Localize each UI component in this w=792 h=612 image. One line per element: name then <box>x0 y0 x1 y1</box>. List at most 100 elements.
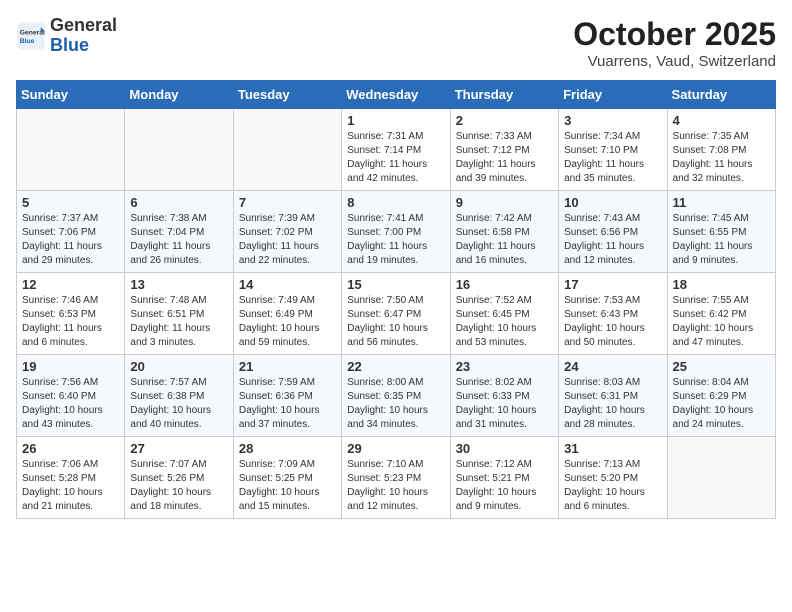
day-number: 31 <box>564 441 661 456</box>
day-info: Sunrise: 8:03 AM Sunset: 6:31 PM Dayligh… <box>564 376 661 432</box>
day-info: Sunrise: 7:46 AM Sunset: 6:53 PM Dayligh… <box>22 294 119 350</box>
calendar-table: SundayMondayTuesdayWednesdayThursdayFrid… <box>16 80 776 519</box>
logo-icon: General Blue <box>16 21 46 51</box>
day-number: 2 <box>456 113 553 128</box>
title-area: October 2025 Vuarrens, Vaud, Switzerland <box>573 16 776 70</box>
logo: General Blue General Blue <box>16 16 117 56</box>
day-info: Sunrise: 7:33 AM Sunset: 7:12 PM Dayligh… <box>456 130 553 186</box>
day-info: Sunrise: 7:55 AM Sunset: 6:42 PM Dayligh… <box>673 294 770 350</box>
weekday-header: Thursday <box>450 81 558 109</box>
day-info: Sunrise: 7:53 AM Sunset: 6:43 PM Dayligh… <box>564 294 661 350</box>
day-number: 3 <box>564 113 661 128</box>
calendar-cell: 16Sunrise: 7:52 AM Sunset: 6:45 PM Dayli… <box>450 273 558 355</box>
calendar-cell: 18 Sunrise: 7:55 AM Sunset: 6:42 PM Dayli… <box>667 273 775 355</box>
page-header: General Blue General Blue October 2025 V… <box>16 16 776 70</box>
day-info: Sunrise: 7:48 AM Sunset: 6:51 PM Dayligh… <box>130 294 227 350</box>
weekday-header: Saturday <box>667 81 775 109</box>
day-info: Sunrise: 7:12 AM Sunset: 5:21 PM Dayligh… <box>456 458 553 514</box>
location: Vuarrens, Vaud, Switzerland <box>573 53 776 70</box>
calendar-cell: 21 Sunrise: 7:59 AM Sunset: 6:36 PM Dayli… <box>233 355 341 437</box>
calendar-cell: 24 Sunrise: 8:03 AM Sunset: 6:31 PM Dayli… <box>559 355 667 437</box>
day-info: Sunrise: 8:04 AM Sunset: 6:29 PM Dayligh… <box>673 376 770 432</box>
month-title: October 2025 <box>573 16 776 53</box>
day-number: 26 <box>22 441 119 456</box>
calendar-cell: 31 Sunrise: 7:13 AM Sunset: 5:20 PM Dayli… <box>559 437 667 519</box>
day-number: 19 <box>22 359 119 374</box>
day-number: 29 <box>347 441 444 456</box>
day-number: 16 <box>456 277 553 292</box>
day-number: 1 <box>347 113 444 128</box>
day-info: Sunrise: 8:00 AM Sunset: 6:35 PM Dayligh… <box>347 376 444 432</box>
day-number: 17 <box>564 277 661 292</box>
calendar-cell: 12Sunrise: 7:46 AM Sunset: 6:53 PM Dayli… <box>17 273 125 355</box>
day-info: Sunrise: 8:02 AM Sunset: 6:33 PM Dayligh… <box>456 376 553 432</box>
svg-text:Blue: Blue <box>20 38 35 45</box>
calendar-cell: 26Sunrise: 7:06 AM Sunset: 5:28 PM Dayli… <box>17 437 125 519</box>
day-info: Sunrise: 7:07 AM Sunset: 5:26 PM Dayligh… <box>130 458 227 514</box>
day-info: Sunrise: 7:39 AM Sunset: 7:02 PM Dayligh… <box>239 212 336 268</box>
day-info: Sunrise: 7:50 AM Sunset: 6:47 PM Dayligh… <box>347 294 444 350</box>
calendar-cell: 13 Sunrise: 7:48 AM Sunset: 6:51 PM Dayli… <box>125 273 233 355</box>
day-number: 18 <box>673 277 770 292</box>
day-number: 4 <box>673 113 770 128</box>
day-number: 23 <box>456 359 553 374</box>
day-info: Sunrise: 7:13 AM Sunset: 5:20 PM Dayligh… <box>564 458 661 514</box>
calendar-cell: 6Sunrise: 7:38 AM Sunset: 7:04 PM Daylig… <box>125 191 233 273</box>
day-info: Sunrise: 7:57 AM Sunset: 6:38 PM Dayligh… <box>130 376 227 432</box>
calendar-cell: 7 Sunrise: 7:39 AM Sunset: 7:02 PM Daylig… <box>233 191 341 273</box>
calendar-cell: 28Sunrise: 7:09 AM Sunset: 5:25 PM Dayli… <box>233 437 341 519</box>
day-number: 15 <box>347 277 444 292</box>
calendar-body: 1 Sunrise: 7:31 AM Sunset: 7:14 PM Daylig… <box>17 109 776 519</box>
calendar-week-row: 12Sunrise: 7:46 AM Sunset: 6:53 PM Dayli… <box>17 273 776 355</box>
logo-general: General <box>50 15 117 35</box>
weekday-header: Wednesday <box>342 81 450 109</box>
calendar-cell <box>125 109 233 191</box>
calendar-cell <box>667 437 775 519</box>
calendar-cell <box>233 109 341 191</box>
calendar-cell: 8Sunrise: 7:41 AM Sunset: 7:00 PM Daylig… <box>342 191 450 273</box>
calendar-week-row: 26Sunrise: 7:06 AM Sunset: 5:28 PM Dayli… <box>17 437 776 519</box>
calendar-cell: 3 Sunrise: 7:34 AM Sunset: 7:10 PM Daylig… <box>559 109 667 191</box>
day-info: Sunrise: 7:35 AM Sunset: 7:08 PM Dayligh… <box>673 130 770 186</box>
day-number: 28 <box>239 441 336 456</box>
weekday-header: Sunday <box>17 81 125 109</box>
day-number: 10 <box>564 195 661 210</box>
calendar-cell <box>17 109 125 191</box>
day-info: Sunrise: 7:59 AM Sunset: 6:36 PM Dayligh… <box>239 376 336 432</box>
day-number: 13 <box>130 277 227 292</box>
calendar-cell: 10Sunrise: 7:43 AM Sunset: 6:56 PM Dayli… <box>559 191 667 273</box>
day-number: 9 <box>456 195 553 210</box>
calendar-cell: 29 Sunrise: 7:10 AM Sunset: 5:23 PM Dayli… <box>342 437 450 519</box>
calendar-cell: 22 Sunrise: 8:00 AM Sunset: 6:35 PM Dayli… <box>342 355 450 437</box>
calendar-week-row: 19Sunrise: 7:56 AM Sunset: 6:40 PM Dayli… <box>17 355 776 437</box>
day-number: 25 <box>673 359 770 374</box>
day-number: 24 <box>564 359 661 374</box>
calendar-cell: 25 Sunrise: 8:04 AM Sunset: 6:29 PM Dayli… <box>667 355 775 437</box>
logo-blue: Blue <box>50 35 89 55</box>
calendar-cell: 27 Sunrise: 7:07 AM Sunset: 5:26 PM Dayli… <box>125 437 233 519</box>
day-info: Sunrise: 7:41 AM Sunset: 7:00 PM Dayligh… <box>347 212 444 268</box>
calendar-cell: 2 Sunrise: 7:33 AM Sunset: 7:12 PM Daylig… <box>450 109 558 191</box>
day-number: 14 <box>239 277 336 292</box>
day-number: 7 <box>239 195 336 210</box>
calendar-header: SundayMondayTuesdayWednesdayThursdayFrid… <box>17 81 776 109</box>
day-info: Sunrise: 7:34 AM Sunset: 7:10 PM Dayligh… <box>564 130 661 186</box>
weekday-header: Tuesday <box>233 81 341 109</box>
calendar-week-row: 5Sunrise: 7:37 AM Sunset: 7:06 PM Daylig… <box>17 191 776 273</box>
calendar-cell: 20Sunrise: 7:57 AM Sunset: 6:38 PM Dayli… <box>125 355 233 437</box>
day-number: 22 <box>347 359 444 374</box>
day-info: Sunrise: 7:31 AM Sunset: 7:14 PM Dayligh… <box>347 130 444 186</box>
day-number: 21 <box>239 359 336 374</box>
day-info: Sunrise: 7:45 AM Sunset: 6:55 PM Dayligh… <box>673 212 770 268</box>
calendar-cell: 23 Sunrise: 8:02 AM Sunset: 6:33 PM Dayli… <box>450 355 558 437</box>
calendar-cell: 30Sunrise: 7:12 AM Sunset: 5:21 PM Dayli… <box>450 437 558 519</box>
weekday-header: Monday <box>125 81 233 109</box>
calendar-week-row: 1 Sunrise: 7:31 AM Sunset: 7:14 PM Daylig… <box>17 109 776 191</box>
calendar-cell: 14Sunrise: 7:49 AM Sunset: 6:49 PM Dayli… <box>233 273 341 355</box>
day-number: 27 <box>130 441 227 456</box>
day-number: 11 <box>673 195 770 210</box>
day-info: Sunrise: 7:38 AM Sunset: 7:04 PM Dayligh… <box>130 212 227 268</box>
day-info: Sunrise: 7:37 AM Sunset: 7:06 PM Dayligh… <box>22 212 119 268</box>
day-info: Sunrise: 7:10 AM Sunset: 5:23 PM Dayligh… <box>347 458 444 514</box>
calendar-cell: 4 Sunrise: 7:35 AM Sunset: 7:08 PM Daylig… <box>667 109 775 191</box>
